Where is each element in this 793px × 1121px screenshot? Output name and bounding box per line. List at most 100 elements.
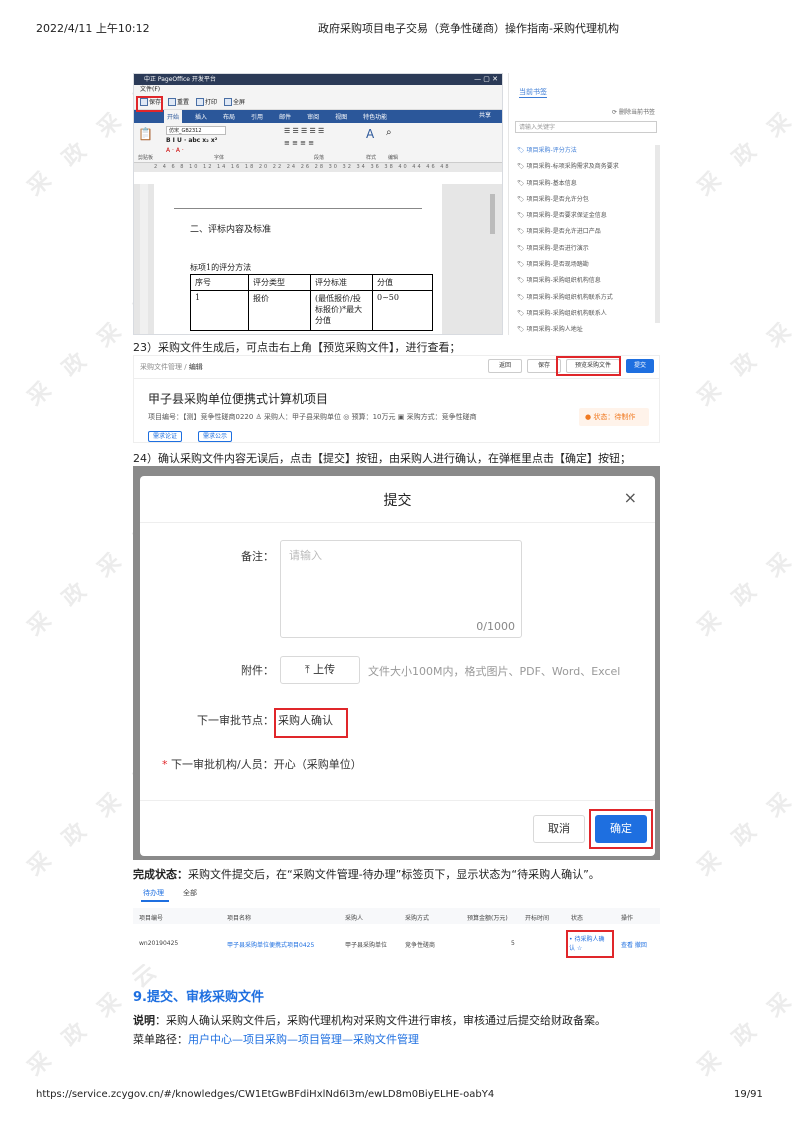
table-header-cell: 评分类型	[248, 274, 311, 291]
styles-icon[interactable]: A	[366, 127, 374, 141]
find-icon[interactable]: ⌕	[386, 127, 392, 138]
tag-demand-argument[interactable]: 需求论证	[148, 431, 183, 442]
ribbon-tab-home[interactable]: 开始	[164, 110, 183, 123]
watermark: 采 政 采 云	[693, 755, 793, 882]
breadcrumb: 采购文件管理 / 编辑	[140, 363, 203, 371]
remark-label: 备注：	[241, 550, 274, 563]
group-editing: 编辑	[388, 155, 399, 161]
bookmark-scrollbar[interactable]	[655, 145, 660, 323]
bookmark-item[interactable]: 🏷 项目采购-基本信息	[517, 178, 652, 194]
doc-scrollbar[interactable]	[490, 194, 495, 234]
bookmark-item[interactable]: 🏷 项目采购-是否要求保证金信息	[517, 210, 652, 226]
breadcrumb-parent[interactable]: 采购文件管理	[140, 363, 182, 371]
menu-path-link[interactable]: 用户中心—项目采购—项目管理—采购文件管理	[188, 1033, 419, 1046]
paragraph-buttons[interactable]: ☰ ☰ ☰ ☰ ☰	[284, 127, 324, 135]
bookmark-item[interactable]: 🏷 项目采购-采购组织机构联系方式	[517, 292, 652, 308]
font-name-select[interactable]: 仿宋_GB2312	[166, 126, 226, 135]
bookmark-item[interactable]: 🏷 项目采购-是否现场踏勘	[517, 259, 652, 275]
bookmark-search-input[interactable]: 请输入关键字	[515, 121, 657, 133]
ribbon-tab-insert[interactable]: 插入	[192, 112, 210, 123]
editor-quick-access: 保存 重置 打印 全屏	[134, 94, 502, 110]
step-23-text: 23）采购文件生成后，可点击右上角【预览采购文件】，进行查看；	[133, 341, 461, 354]
font-color-icon[interactable]: A · A ·	[166, 147, 184, 154]
delete-bookmark-label: 删除当前书签	[618, 109, 655, 116]
share-button[interactable]: 共享	[476, 110, 494, 121]
menu-path: 菜单路径：用户中心—项目采购—项目管理—采购文件管理	[133, 1031, 419, 1047]
back-button[interactable]: 返回	[488, 359, 522, 373]
editor-menu-file[interactable]: 文件(F)	[134, 85, 502, 94]
font-style-buttons[interactable]: B I U · abc x₂ x²	[166, 137, 217, 144]
table-caption: 标项1的评分方法	[190, 263, 252, 272]
ribbon-tab-features[interactable]: 特色功能	[360, 112, 390, 123]
cancel-button[interactable]: 取消	[533, 815, 585, 843]
qa-reset-button[interactable]: 重置	[166, 96, 191, 107]
highlight-save	[136, 96, 163, 112]
next-org-label: 下一审批机构/人员：	[171, 758, 274, 771]
step-24-text: 24）确认采购文件内容无误后，点击【提交】按钮，由采购人进行确认，在弹框里点击【…	[133, 452, 631, 465]
watermark: 采 政 采 云	[693, 955, 793, 1082]
ribbon-tab-view[interactable]: 视图	[332, 112, 350, 123]
divider	[134, 378, 659, 379]
print-datetime: 2022/4/11 上午10:12	[36, 22, 150, 35]
page-number: 19/91	[734, 1089, 763, 1100]
tag-demand-publicity[interactable]: 需求公示	[198, 431, 233, 442]
tab-todo[interactable]: 待办理	[143, 888, 164, 898]
paste-icon[interactable]: 📋	[138, 127, 153, 141]
bookmark-item[interactable]: 🏷 项目采购-是否允许分包	[517, 194, 652, 210]
bookmark-item[interactable]: 🏷 项目采购-标项采购需求及商务要求	[517, 161, 652, 177]
table-cell: 1	[190, 290, 249, 331]
table-header-cell: 分值	[372, 274, 433, 291]
group-clipboard: 剪贴板	[138, 155, 154, 161]
ribbon-tab-layout[interactable]: 布局	[220, 112, 238, 123]
reset-icon	[168, 97, 177, 106]
col-buyer: 采购人	[345, 915, 364, 922]
group-font: 字体	[214, 155, 225, 161]
print-doc-title: 政府采购项目电子交易（竞争性磋商）操作指南-采购代理机构	[318, 22, 619, 35]
bookmark-item[interactable]: 🏷 项目采购-采购人地址	[517, 324, 652, 340]
bookmark-item[interactable]: 🏷 项目采购-是否允许进口产品	[517, 226, 652, 242]
highlight-next-node	[274, 708, 348, 738]
section-title: 9.提交、审核采购文件	[133, 990, 264, 1005]
doc-heading: 二、评标内容及标准	[190, 225, 272, 235]
ribbon-tabs: 开始 插入 布局 引用 邮件 审阅 视图 特色功能 共享	[134, 110, 502, 123]
document-page[interactable]: 二、评标内容及标准 标项1的评分方法 序号 评分类型 评分标准 分值 1 报价 …	[154, 184, 442, 334]
remark-textarea[interactable]: 请输入 0/1000	[280, 540, 522, 638]
remark-placeholder: 请输入	[289, 549, 322, 562]
done-state-body: 采购文件提交后，在“采购文件管理-待办理”标签页下，显示状态为“待采购人确认”。	[188, 868, 600, 881]
qa-print-button[interactable]: 打印	[194, 96, 219, 107]
delete-bookmark-button[interactable]: ⟳ 删除当前书签	[612, 107, 655, 116]
ribbon-tab-references[interactable]: 引用	[248, 112, 266, 123]
table-cell: 报价	[248, 290, 311, 331]
ribbon-tab-mailings[interactable]: 邮件	[276, 112, 294, 123]
row-name-link[interactable]: 甲子县采购单位便携式项目0425	[227, 940, 314, 949]
bookmark-pane: 当前书签 ⟳ 删除当前书签 请输入关键字 🏷 项目采购-评分方法 🏷 项目采购-…	[508, 73, 661, 335]
col-status: 状态	[571, 915, 584, 922]
bookmark-item-label: 项目采购-采购组织机构信息	[526, 277, 601, 285]
close-icon[interactable]: ×	[624, 488, 637, 507]
tab-all[interactable]: 全部	[183, 888, 197, 898]
breadcrumb-current: 编辑	[188, 363, 203, 371]
ribbon-tab-review[interactable]: 审阅	[304, 112, 322, 123]
tab-current-bookmarks[interactable]: 当前书签	[519, 87, 547, 97]
attach-label: 附件：	[241, 664, 274, 677]
window-controls[interactable]: — ▢ ✕	[474, 74, 498, 85]
bookmark-item-label: 项目采购-采购组织机构联系人	[526, 309, 607, 317]
bookmark-item[interactable]: 🏷 项目采购-采购组织机构信息	[517, 275, 652, 291]
bookmark-item[interactable]: 🏷 项目采购-是否进行演示	[517, 243, 652, 259]
upload-button[interactable]: ⤒ 上传	[280, 656, 360, 684]
align-buttons[interactable]: ≡ ≡ ≡ ≡	[284, 139, 314, 147]
row-code: wn20190425	[139, 940, 179, 947]
section-description: 说明：采购人确认采购文件后，采购代理机构对采购文件进行审核，审核通过后提交给财政…	[133, 1012, 606, 1028]
qa-fullscreen-button[interactable]: 全屏	[222, 96, 247, 107]
menu-path-label: 菜单路径：	[133, 1033, 188, 1046]
bookmark-item[interactable]: 🏷 项目采购-采购组织机构联系人	[517, 308, 652, 324]
col-actions: 操作	[621, 915, 634, 922]
submit-button[interactable]: 提交	[626, 359, 654, 373]
bookmark-item[interactable]: 🏷 项目采购-评分方法	[517, 145, 652, 161]
description-label: 说明	[133, 1014, 155, 1027]
row-actions[interactable]: 查看 撤回	[621, 940, 647, 949]
row-budget: 5	[511, 940, 515, 947]
table-row: 1 报价 (最低报价/投标报价)*最大分值 0~50	[190, 290, 433, 331]
fullscreen-icon	[224, 97, 233, 106]
required-mark: *	[162, 758, 168, 771]
